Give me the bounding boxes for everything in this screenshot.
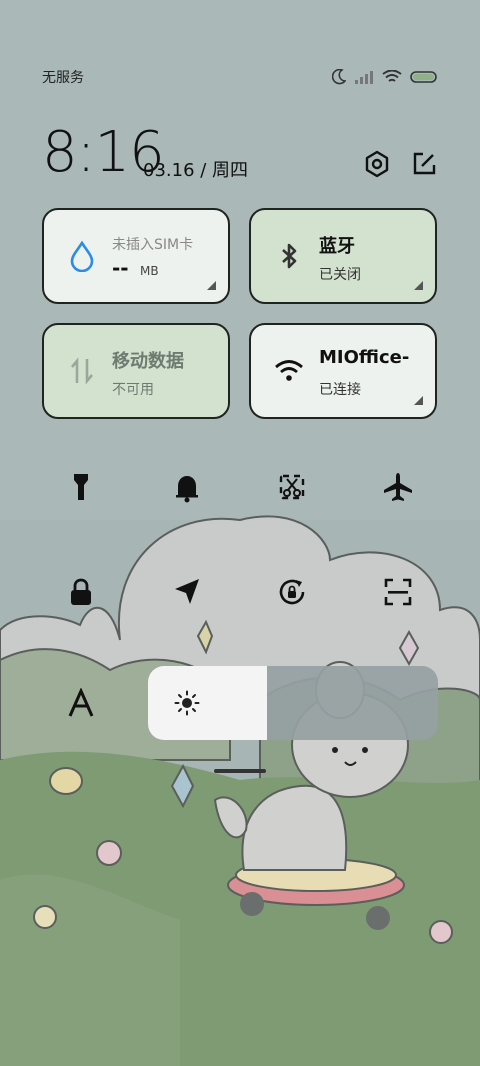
expand-corner-icon [414,396,423,405]
battery-icon [410,71,437,83]
moon-icon [332,69,346,85]
water-drop-icon [70,240,94,272]
wifi-status: 已连接 [319,382,361,398]
rotation-lock-icon[interactable] [276,576,308,608]
airplane-icon[interactable] [382,471,414,503]
expand-corner-icon [207,281,216,290]
bluetooth-title: 蓝牙 [319,236,355,257]
edit-icon[interactable] [410,150,438,178]
wifi-status-icon [382,70,402,82]
screenshot-icon[interactable] [276,471,308,503]
bluetooth-status: 已关闭 [319,267,361,283]
status-bar: 无服务 [42,66,438,88]
lock-icon[interactable] [65,576,97,608]
wifi-icon [275,360,303,381]
drag-handle[interactable] [214,769,266,773]
carrier-label: 无服务 [42,70,84,86]
date: 03.16 / 周四 [143,160,249,181]
location-icon[interactable] [171,576,203,608]
font-size-icon[interactable] [65,688,97,720]
signal-icon [355,71,373,84]
flashlight-icon[interactable] [65,471,97,503]
mobile-data-status: 不可用 [112,382,154,398]
bell-icon[interactable] [171,471,203,503]
mobile-data-title: 移动数据 [112,351,184,372]
data-usage-title: 未插入SIM卡 [112,237,194,253]
wifi-title: MIOffice- [319,347,410,368]
mobile-data-icon [71,357,93,385]
bluetooth-tile[interactable]: 蓝牙 已关闭 [249,208,437,304]
brightness-fill [148,666,267,740]
brightness-slider[interactable] [148,666,438,740]
expand-corner-icon [414,281,423,290]
bluetooth-icon [282,243,297,269]
data-usage-value: -- [112,256,129,280]
sun-icon [174,690,200,716]
mobile-data-tile[interactable]: 移动数据 不可用 [42,323,230,419]
wifi-tile[interactable]: MIOffice- 已连接 [249,323,437,419]
data-usage-tile[interactable]: 未插入SIM卡 -- MB [42,208,230,304]
scan-icon[interactable] [382,576,414,608]
data-usage-unit: MB [140,264,159,278]
settings-icon[interactable] [363,150,391,178]
